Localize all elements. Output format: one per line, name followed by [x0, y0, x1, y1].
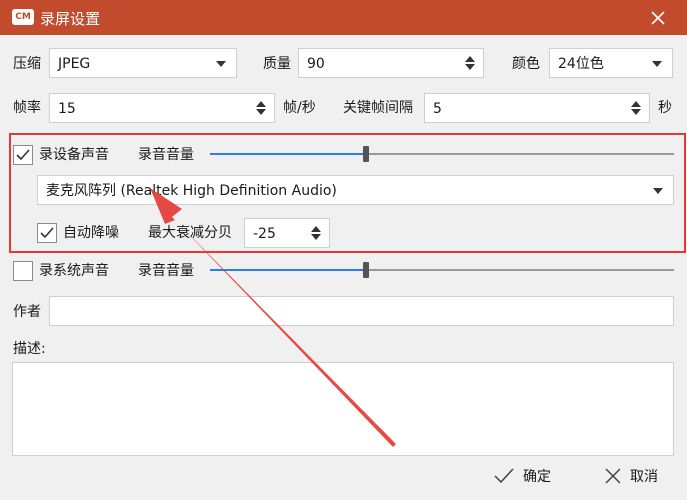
system-volume-slider[interactable] [210, 262, 674, 278]
attenuation-spinbox[interactable]: -25 [244, 218, 330, 248]
color-select[interactable]: 24位色 [549, 48, 673, 78]
check-icon [494, 468, 514, 484]
spin-up-icon[interactable] [256, 101, 266, 107]
check-icon [16, 149, 30, 161]
quality-label: 质量 [263, 56, 291, 72]
cancel-button[interactable]: 取消 [604, 464, 658, 488]
attenuation-label: 最大衰减分贝 [148, 225, 232, 241]
denoise-label: 自动降噪 [63, 225, 119, 241]
spin-down-icon[interactable] [256, 109, 266, 115]
spin-down-icon[interactable] [631, 109, 641, 115]
description-textarea[interactable] [12, 362, 674, 456]
ok-button[interactable]: 确定 [493, 464, 551, 488]
close-button[interactable] [647, 7, 669, 29]
spin-up-icon[interactable] [631, 101, 641, 107]
device-audio-label: 录设备声音 [39, 147, 109, 163]
spin-down-icon[interactable] [311, 234, 321, 240]
compress-label: 压缩 [13, 56, 41, 72]
audio-device-select[interactable]: 麦克风阵列 (Realtek High Definition Audio) [37, 175, 674, 205]
denoise-checkbox[interactable] [37, 223, 57, 243]
keyframe-value: 5 [433, 101, 442, 117]
chevron-down-icon [653, 188, 663, 194]
slider-fill [210, 153, 366, 155]
color-label: 颜色 [512, 56, 540, 72]
spin-down-icon[interactable] [465, 64, 475, 70]
slider-thumb[interactable] [363, 262, 369, 278]
audio-device-value: 麦克风阵列 (Realtek High Definition Audio) [46, 183, 337, 199]
attenuation-value: -25 [253, 226, 276, 242]
fps-spinbox[interactable]: 15 [49, 93, 275, 123]
quality-spinbox[interactable]: 90 [298, 48, 484, 78]
chevron-down-icon [652, 61, 662, 67]
slider-fill [210, 269, 366, 271]
system-audio-checkbox[interactable] [13, 261, 33, 281]
chevron-down-icon [216, 61, 226, 67]
window-title: 录屏设置 [40, 10, 101, 28]
system-volume-label: 录音音量 [138, 263, 194, 279]
close-icon [605, 468, 621, 484]
description-label: 描述: [13, 341, 46, 357]
system-audio-label: 录系统声音 [39, 263, 109, 279]
spin-up-icon[interactable] [311, 226, 321, 232]
close-icon [651, 11, 665, 25]
device-volume-slider[interactable] [210, 146, 674, 162]
slider-thumb[interactable] [363, 146, 369, 162]
color-value: 24位色 [558, 56, 604, 72]
keyframe-label: 关键帧间隔 [343, 100, 413, 116]
author-label: 作者 [13, 304, 41, 320]
check-icon [40, 227, 54, 239]
compress-value: JPEG [58, 56, 91, 72]
app-logo: CM [12, 9, 34, 25]
title-bar: CM 录屏设置 [0, 0, 687, 35]
cancel-label: 取消 [630, 469, 658, 485]
device-volume-label: 录音音量 [138, 147, 194, 163]
device-audio-checkbox[interactable] [13, 145, 33, 165]
spin-up-icon[interactable] [465, 56, 475, 62]
quality-value: 90 [307, 56, 325, 72]
keyframe-unit: 秒 [658, 100, 672, 116]
ok-label: 确定 [523, 469, 551, 485]
fps-label: 帧率 [13, 100, 41, 116]
fps-unit: 帧/秒 [283, 100, 316, 116]
fps-value: 15 [58, 101, 76, 117]
author-input[interactable] [49, 296, 674, 326]
keyframe-spinbox[interactable]: 5 [424, 93, 650, 123]
compress-select[interactable]: JPEG [49, 48, 237, 78]
